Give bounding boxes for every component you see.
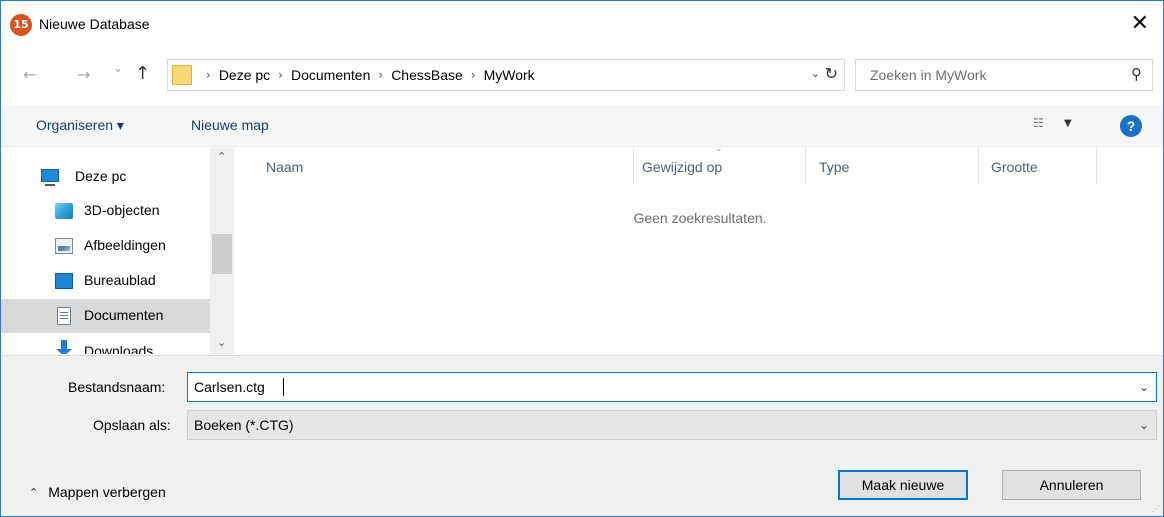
folder-icon [172, 65, 192, 85]
sidebar-item-3d-objecten[interactable]: 3D-objecten [1, 194, 210, 228]
filename-field[interactable]: Carlsen.ctg ⌄ [187, 372, 1157, 402]
save-dialog: 15 Nieuwe Database ✕ ← → ⌄ ↑ › Deze pc ›… [0, 0, 1164, 517]
search-input[interactable]: Zoeken in MyWork ⚲ [855, 59, 1153, 91]
breadcrumb: › Deze pc › Documenten › ChessBase › MyW… [198, 67, 535, 83]
column-header-label: Grootte [991, 159, 1038, 175]
sidebar-item-label: Bureaublad [84, 272, 156, 288]
pictures-icon [55, 238, 73, 254]
file-list: Naam Gewijzigd op ⌄ Type Grootte Geen zo… [237, 144, 1163, 354]
filetype-dropdown-icon[interactable]: ⌄ [1139, 418, 1149, 432]
sidebar-item-deze-pc[interactable]: Deze pc [1, 159, 210, 193]
hide-folders-label: Mappen verbergen [48, 484, 166, 500]
filetype-value: Boeken (*.CTG) [194, 417, 294, 433]
create-button[interactable]: Maak nieuwe [838, 470, 968, 500]
close-icon[interactable]: ✕ [1131, 11, 1149, 37]
window-title: Nieuwe Database [39, 16, 150, 32]
column-header-label: Naam [266, 159, 304, 175]
column-header-label: Gewijzigd op [642, 159, 723, 175]
breadcrumb-item-documenten[interactable]: Documenten [291, 67, 370, 83]
breadcrumb-separator-icon[interactable]: › [206, 68, 211, 82]
search-placeholder: Zoeken in MyWork [870, 67, 987, 83]
download-icon [55, 340, 73, 354]
address-dropdown-icon[interactable]: ⌄ [811, 67, 820, 80]
column-header-size[interactable]: Grootte [979, 148, 1097, 184]
save-form: Bestandsnaam: Carlsen.ctg ⌄ Opslaan als:… [1, 355, 1163, 516]
scroll-up-icon[interactable]: ⌃ [217, 150, 226, 163]
sort-chevron-icon: ⌄ [715, 144, 723, 154]
refresh-icon[interactable]: ↻ [825, 64, 838, 83]
view-options-icon[interactable]: ☷ [1033, 116, 1044, 130]
help-icon[interactable]: ? [1120, 115, 1142, 137]
filename-dropdown-icon[interactable]: ⌄ [1139, 380, 1149, 394]
text-cursor [283, 378, 284, 396]
navigation-pane-scrollbar[interactable]: ⌃ ⌄ [210, 148, 234, 354]
hide-folders-toggle[interactable]: ⌃ Mappen verbergen [29, 484, 166, 500]
title-bar: 15 Nieuwe Database ✕ [1, 1, 1163, 51]
scrollbar-thumb[interactable] [212, 234, 232, 274]
sidebar-item-label: Afbeeldingen [84, 237, 166, 253]
new-folder-button[interactable]: Nieuwe map [191, 117, 269, 133]
scroll-down-icon[interactable]: ⌄ [217, 336, 226, 349]
filename-label: Bestandsnaam: [68, 379, 166, 395]
breadcrumb-item-mywork[interactable]: MyWork [484, 67, 535, 83]
breadcrumb-item-deze-pc[interactable]: Deze pc [219, 67, 270, 83]
cancel-button[interactable]: Annuleren [1002, 470, 1141, 500]
column-header-type[interactable]: Type [806, 148, 979, 184]
filetype-label: Opslaan als: [93, 417, 171, 433]
filename-value[interactable]: Carlsen.ctg [194, 379, 265, 395]
breadcrumb-separator-icon[interactable]: › [378, 68, 383, 82]
resize-grip-icon[interactable]: ⋰ [1152, 504, 1160, 513]
command-toolbar: Organiseren ▾ Nieuwe map ☷ ▼ ? [1, 105, 1163, 147]
sidebar-item-label: Documenten [84, 307, 164, 323]
sidebar-item-afbeeldingen[interactable]: Afbeeldingen [1, 229, 210, 263]
recent-locations-chevron-icon[interactable]: ⌄ [113, 61, 123, 75]
cube-icon [55, 203, 73, 219]
sidebar-item-label: Deze pc [75, 168, 127, 184]
computer-icon [41, 169, 59, 186]
breadcrumb-item-chessbase[interactable]: ChessBase [391, 67, 463, 83]
forward-arrow-icon[interactable]: → [77, 65, 90, 84]
navigation-bar: ← → ⌄ ↑ › Deze pc › Documenten › ChessBa… [1, 59, 1163, 93]
column-header-label: Type [819, 159, 850, 175]
column-header-name[interactable]: Naam [237, 148, 634, 184]
desktop-icon [55, 273, 73, 289]
sidebar-item-documenten[interactable]: Documenten [1, 299, 210, 333]
sidebar-item-label: 3D-objecten [84, 202, 160, 218]
sidebar-item-downloads[interactable]: Downloads [1, 334, 210, 354]
chessbase-app-icon: 15 [10, 14, 32, 36]
sidebar-item-bureaublad[interactable]: Bureaublad [1, 264, 210, 298]
chevron-up-icon: ⌃ [29, 485, 39, 499]
address-bar[interactable]: › Deze pc › Documenten › ChessBase › MyW… [167, 59, 845, 91]
breadcrumb-separator-icon[interactable]: › [278, 68, 283, 82]
search-icon[interactable]: ⚲ [1131, 65, 1142, 83]
document-icon [57, 307, 71, 325]
navigation-pane: Deze pc 3D-objecten Afbeeldingen Bureaub… [1, 148, 235, 354]
empty-results-message: Geen zoekresultaten. [633, 210, 767, 226]
organize-menu-button[interactable]: Organiseren ▾ [36, 117, 124, 134]
breadcrumb-separator-icon[interactable]: › [471, 68, 476, 82]
sidebar-item-label: Downloads [84, 343, 154, 354]
back-arrow-icon[interactable]: ← [23, 65, 36, 84]
view-options-caret-icon[interactable]: ▼ [1064, 118, 1072, 129]
up-arrow-icon[interactable]: ↑ [135, 63, 150, 84]
filetype-select[interactable]: Boeken (*.CTG) ⌄ [187, 410, 1157, 440]
